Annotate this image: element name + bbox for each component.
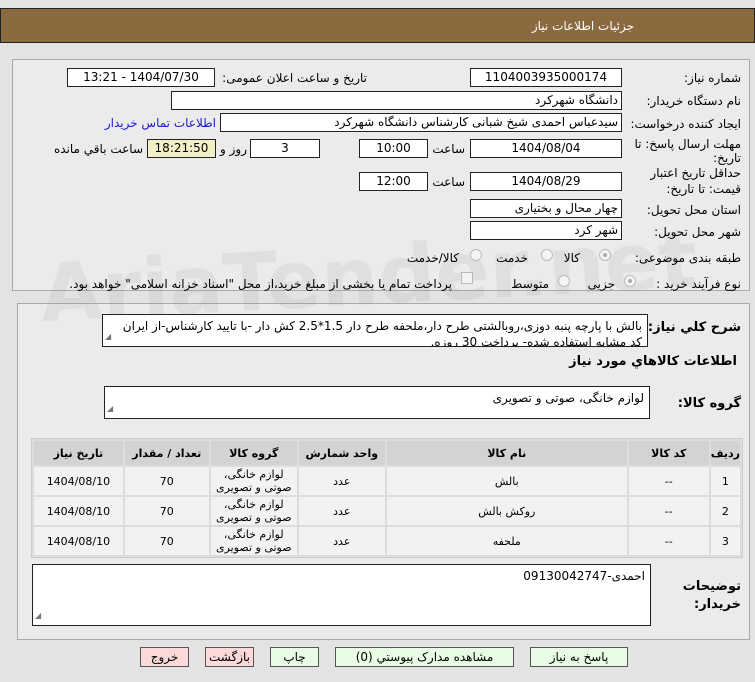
creator-field[interactable]: سیدعباس احمدی شیخ شبانی کارشناس دانشگاه … [220,113,622,132]
province-field[interactable]: چهار محال و بختیاری [470,199,622,218]
col-unit: واحد شمارش [298,441,385,465]
category-radio-both[interactable] [470,249,482,261]
col-goods-code: کد کالا [628,441,709,465]
cell-goods-name: بالش [386,467,627,495]
exit-button[interactable]: خروج [140,647,189,667]
process-option-minor: جزیی [587,277,615,291]
buyer-org-label: نام دستگاه خریدار: [646,94,742,108]
table-header-row: ردیف کد کالا نام کالا واحد شمارش گروه کا… [34,441,740,465]
description-label: شرح كلي نياز: [647,320,741,335]
deadline-label: مهلت ارسال پاسخ: تا تاریخ: [634,137,741,165]
time-remaining-label: ساعت باقي مانده [53,142,143,156]
cell-unit: عدد [298,527,385,555]
page-header: جزئیات اطلاعات نیاز [0,8,755,43]
city-label: شهر محل تحویل: [654,225,741,239]
col-goods-group: گروه کالا [210,441,297,465]
cell-row-number: 1 [710,467,740,495]
category-option-both: کالا/خدمت [406,251,459,265]
cell-row-number: 2 [710,497,740,525]
page-title: جزئیات اطلاعات نیاز [531,19,634,33]
days-remaining-field: 3 [250,139,320,158]
validity-label-line2: قیمت: تا تاریخ: [666,182,741,196]
category-radio-service[interactable] [541,249,553,261]
creator-label: ایجاد کننده درخواست: [630,117,741,131]
cell-unit: عدد [298,467,385,495]
cell-quantity: 70 [124,467,209,495]
process-option-medium: متوسط [511,277,549,291]
deadline-time-label: ساعت [432,142,465,156]
process-radio-minor[interactable] [624,275,636,287]
goods-info-heading: اطلاعات كالاهاي مورد نياز [569,354,737,369]
cell-need-date: 1404/08/10 [34,497,123,525]
treasury-payment-checkbox[interactable] [461,272,473,284]
buyer-notes-label-line1: توضیحات [682,579,741,594]
category-option-service: خدمت [496,251,528,265]
category-label: طبقه بندی موضوعی: [634,251,741,265]
category-radio-goods[interactable] [599,249,611,261]
cell-goods-code: -- [628,497,709,525]
validity-label: حداقل تاریخ اعتبار قیمت: تا تاریخ: [650,165,741,197]
cell-goods-name: ملحفه [386,527,627,555]
cell-need-date: 1404/08/10 [34,467,123,495]
buyer-notes-label-line2: خریدار: [694,597,741,612]
process-radio-medium[interactable] [558,275,570,287]
need-number-label: شماره نیاز: [684,71,741,85]
buyer-notes-label: توضیحات خریدار: [683,578,741,614]
cell-goods-code: -- [628,467,709,495]
time-remaining-field: 18:21:50 [147,139,216,158]
cell-goods-code: -- [628,527,709,555]
city-field[interactable]: شهر کرد [470,221,622,240]
province-label: استان محل تحویل: [646,203,741,217]
deadline-label-line2: تاریخ: [713,151,741,165]
table-row: 3 -- ملحفه عدد لوازم خانگی، صوتی و تصویری 70 1… [34,527,740,555]
view-attachments-button[interactable]: مشاهده مدارک پیوستي (0) [335,647,514,667]
back-button[interactable]: بازگشت [205,647,254,667]
need-number-field[interactable]: 1104003935000174 [470,68,622,87]
table-row: 2 -- روکش بالش عدد لوازم خانگی، صوتی و تصویر… [34,497,740,525]
description-text: بالش با پارچه پنبه دوزی،روبالشتی طرح دار… [122,319,642,347]
col-goods-name: نام کالا [386,441,627,465]
goods-group-label: گروه کالا: [677,396,741,411]
goods-group-text: لوازم خانگی، صوتی و تصویری [492,391,644,405]
cell-goods-group: لوازم خانگی، صوتی و تصویری [210,467,297,495]
cell-row-number: 3 [710,527,740,555]
buyer-org-field[interactable]: دانشگاه شهرکرد [171,91,622,110]
validity-label-line1: حداقل تاریخ اعتبار [650,166,741,180]
cell-quantity: 70 [124,497,209,525]
col-row-number: ردیف [710,441,740,465]
validity-time-label: ساعت [432,175,465,189]
announce-field[interactable]: 1404/07/30 - 13:21 [67,68,215,87]
deadline-date-field[interactable]: 1404/08/04 [470,139,622,158]
cell-quantity: 70 [124,527,209,555]
col-need-date: تاریخ نیاز [34,441,123,465]
validity-time-field[interactable]: 12:00 [359,172,428,191]
table-row: 1 -- بالش عدد لوازم خانگی، صوتی و تصویری 70 14… [34,467,740,495]
buyer-notes-text: احمدی-09130042747 [523,569,645,583]
col-quantity: تعداد / مقدار [124,441,209,465]
deadline-time-field[interactable]: 10:00 [359,139,428,158]
buyer-notes-field[interactable]: احمدی-09130042747 ◢ [32,564,651,626]
buyer-contact-link[interactable]: اطلاعات تماس خریدار [105,116,216,130]
process-label: نوع فرآیند خرید : [656,277,741,291]
treasury-payment-note: پرداخت تمام یا بخشی از مبلغ خرید،از محل … [69,277,452,291]
print-button[interactable]: چاپ [270,647,319,667]
cell-need-date: 1404/08/10 [34,527,123,555]
cell-goods-group: لوازم خانگی، صوتی و تصویری [210,497,297,525]
category-option-goods: کالا [563,251,580,265]
cell-goods-group: لوازم خانگی، صوتی و تصویری [210,527,297,555]
goods-group-field[interactable]: لوازم خانگی، صوتی و تصویری ◢ [104,386,650,419]
validity-date-field[interactable]: 1404/08/29 [470,172,622,191]
cell-goods-name: روکش بالش [386,497,627,525]
cell-unit: عدد [298,497,385,525]
description-field[interactable]: بالش با پارچه پنبه دوزی،روبالشتی طرح دار… [102,314,648,347]
days-label: روز و [220,142,247,156]
goods-table: ردیف کد کالا نام کالا واحد شمارش گروه کا… [31,438,743,558]
deadline-label-line1: مهلت ارسال پاسخ: تا [634,137,741,151]
reply-button[interactable]: پاسخ به نیاز [530,647,628,667]
announce-label: تاریخ و ساعت اعلان عمومی: [222,71,367,85]
